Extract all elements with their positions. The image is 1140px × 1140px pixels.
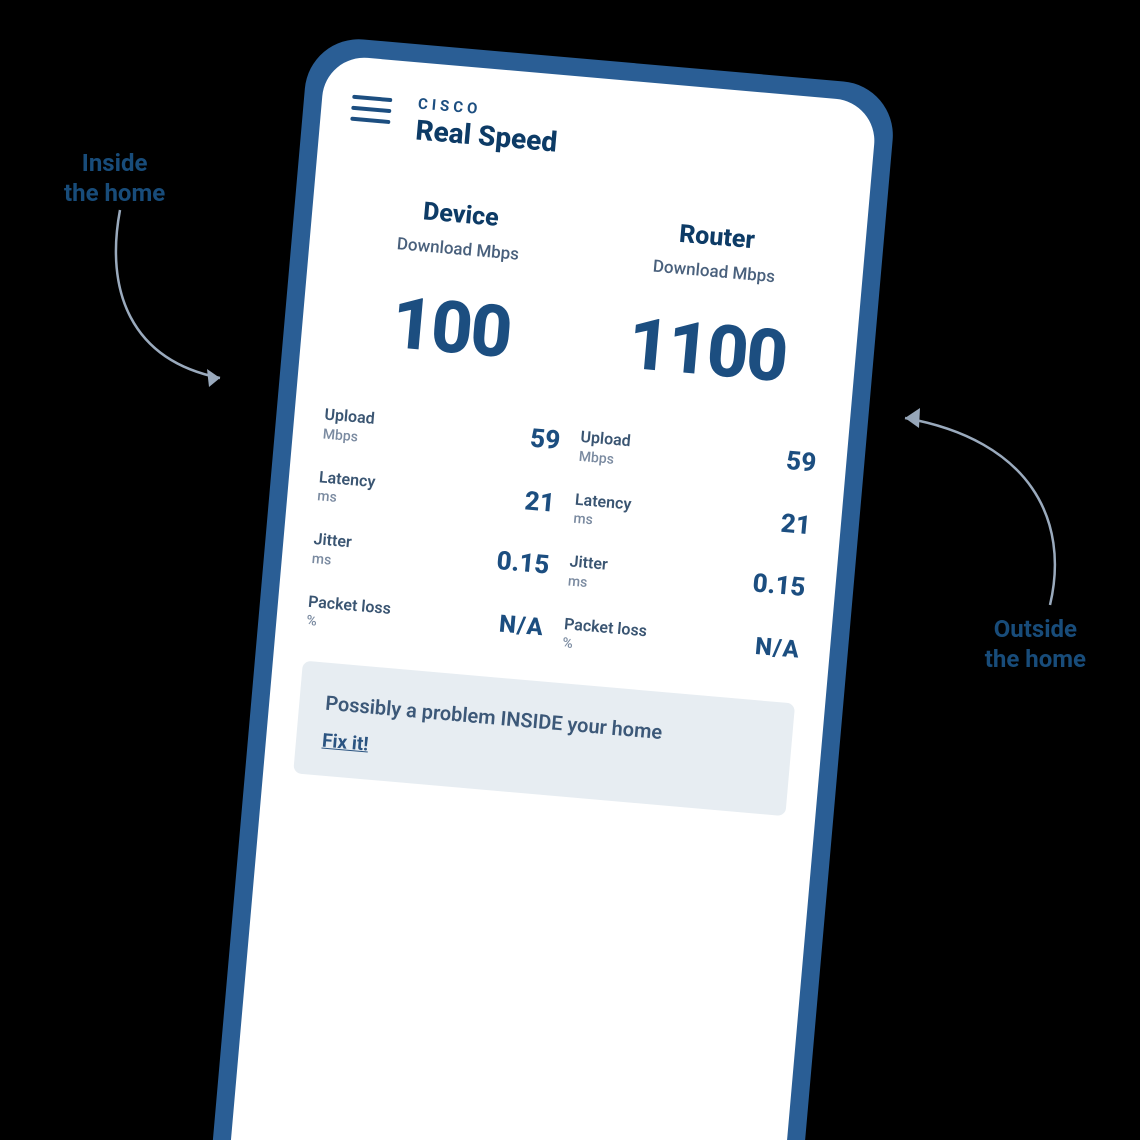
metric-value: 0.15	[495, 546, 550, 580]
metric-value: 59	[529, 424, 562, 457]
app-screen: CISCO Real Speed Device Download Mbps 10…	[224, 54, 877, 1140]
metric-label: Latencyms	[573, 490, 632, 531]
metric-value: N/A	[754, 632, 801, 664]
metric-label: UploadMbps	[578, 428, 631, 469]
router-column: Router Download Mbps 1100 UploadMbps 59 …	[562, 213, 836, 672]
metric-row: UploadMbps 59	[578, 428, 817, 485]
metric-label: Packet loss%	[562, 615, 648, 659]
device-download-value: 100	[329, 275, 573, 380]
metric-value: N/A	[498, 609, 545, 641]
metric-label: Jitterms	[311, 530, 352, 570]
metric-row: Jitterms 0.15	[311, 530, 550, 587]
columns: Device Download Mbps 100 UploadMbps 59 L…	[306, 191, 836, 672]
device-metrics: UploadMbps 59 Latencyms 21 Jitterms 0.15	[306, 406, 562, 650]
metric-value: 21	[523, 486, 556, 519]
brand-block: CISCO Real Speed	[414, 96, 560, 158]
metric-row: Latencyms 21	[317, 468, 556, 525]
hamburger-icon[interactable]	[350, 91, 392, 124]
stage: Inside the home Outside the home CISCO R…	[0, 0, 1140, 1140]
metric-label: Jitterms	[567, 553, 608, 593]
metric-value: 59	[785, 446, 818, 479]
metric-row: Latencyms 21	[573, 490, 812, 547]
metric-label: UploadMbps	[322, 406, 375, 447]
metric-value: 0.15	[751, 569, 806, 603]
phone-frame: CISCO Real Speed Device Download Mbps 10…	[205, 35, 897, 1140]
top-bar: CISCO Real Speed	[348, 91, 844, 184]
alert-panel: Possibly a problem INSIDE your home Fix …	[293, 661, 795, 817]
metric-label: Packet loss%	[306, 592, 392, 636]
metric-row: Packet loss% N/A	[306, 592, 545, 649]
metric-row: Packet loss% N/A	[562, 615, 801, 672]
arrow-left-icon	[90, 210, 250, 400]
router-download-value: 1100	[585, 298, 829, 403]
arrow-right-icon	[880, 400, 1080, 610]
fix-it-link[interactable]: Fix it!	[321, 729, 369, 756]
router-metrics: UploadMbps 59 Latencyms 21 Jitterms 0.15	[562, 428, 818, 672]
annotation-inside-home: Inside the home	[64, 148, 165, 208]
annotation-outside-home: Outside the home	[985, 614, 1086, 674]
metric-value: 21	[779, 508, 812, 541]
metric-label: Latencyms	[317, 468, 376, 509]
metric-row: Jitterms 0.15	[567, 553, 806, 610]
metric-row: UploadMbps 59	[322, 406, 561, 463]
device-column: Device Download Mbps 100 UploadMbps 59 L…	[306, 191, 580, 650]
alert-message: Possibly a problem INSIDE your home	[324, 691, 766, 753]
